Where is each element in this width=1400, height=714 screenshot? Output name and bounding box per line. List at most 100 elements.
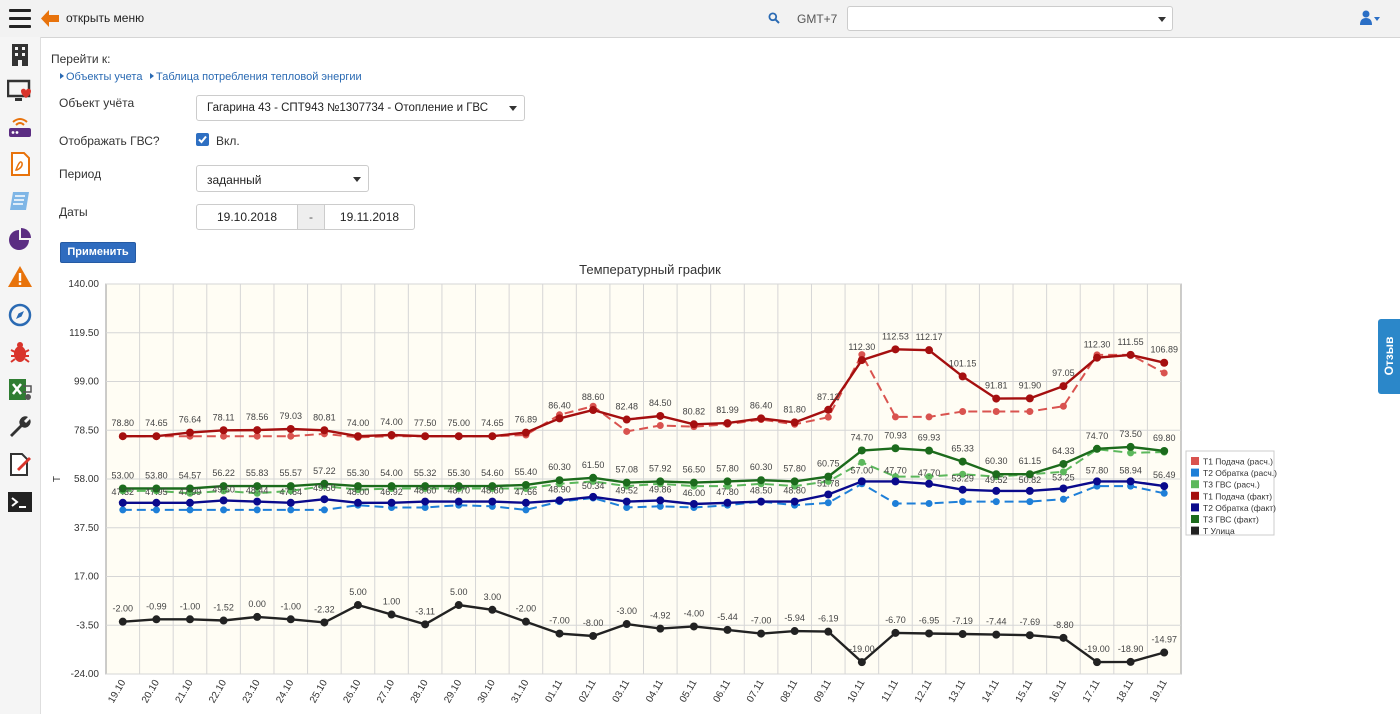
data-label: 56.50: [683, 465, 706, 475]
data-label: 49.86: [649, 484, 672, 494]
open-menu-link[interactable]: открыть меню: [66, 11, 144, 25]
data-label: 49.50: [212, 484, 235, 494]
excel-icon[interactable]: [7, 376, 33, 402]
data-point: [1059, 382, 1068, 391]
data-point: [857, 356, 866, 365]
data-point: [185, 498, 194, 507]
data-point: [656, 624, 665, 633]
data-label: 3.00: [484, 592, 502, 602]
data-point: [185, 428, 194, 437]
data-label: 112.17: [916, 332, 943, 342]
terminal-icon[interactable]: [7, 489, 33, 515]
data-point: [1160, 482, 1169, 491]
monitor-heart-icon[interactable]: [6, 78, 33, 104]
x-tick-label: 11.11: [880, 678, 902, 704]
data-point: [891, 345, 900, 354]
edit-document-icon[interactable]: [7, 451, 33, 477]
x-tick-label: 26.10: [342, 678, 364, 706]
data-label: 80.81: [313, 412, 336, 422]
data-point: [1093, 353, 1102, 362]
data-label: 55.40: [515, 467, 538, 477]
bug-icon[interactable]: [7, 339, 33, 365]
data-point: [1160, 489, 1168, 497]
y-tick-label: -3.50: [76, 620, 99, 631]
data-label: 76.64: [179, 415, 202, 425]
legend-swatch: [1191, 457, 1199, 465]
data-label: 49.52: [615, 486, 638, 496]
warning-icon[interactable]: [7, 264, 33, 290]
pdf-icon[interactable]: [7, 151, 33, 177]
data-label: -1.00: [281, 601, 302, 611]
data-point: [118, 432, 127, 441]
data-point: [958, 485, 967, 494]
data-point: [118, 498, 127, 507]
data-label: 53.29: [951, 474, 974, 484]
pie-chart-icon[interactable]: [7, 226, 33, 252]
data-point: [119, 506, 127, 514]
compass-icon[interactable]: [7, 302, 33, 328]
data-point: [589, 406, 598, 415]
data-label: 47.95: [145, 487, 168, 497]
data-point: [689, 622, 698, 631]
data-point: [353, 498, 362, 507]
data-point: [253, 497, 262, 506]
data-label: -6.19: [818, 614, 839, 624]
x-tick-label: 20.10: [140, 678, 162, 706]
timezone-select[interactable]: [847, 6, 1173, 31]
data-label: -5.94: [784, 613, 805, 623]
data-point: [1160, 358, 1169, 367]
back-arrow-icon[interactable]: [40, 9, 60, 33]
data-point: [1059, 633, 1068, 642]
x-tick-label: 27.10: [375, 678, 397, 706]
search-icon[interactable]: [768, 11, 780, 29]
data-label: 60.75: [817, 459, 840, 469]
data-point: [824, 413, 832, 421]
data-label: 57.22: [313, 466, 336, 476]
x-tick-label: 08.11: [779, 678, 801, 705]
wrench-icon[interactable]: [7, 414, 33, 440]
data-label: 69.93: [918, 433, 941, 443]
data-label: 47.70: [918, 468, 941, 478]
x-tick-label: 25.10: [308, 678, 330, 706]
main-content: Перейти к: Объекты учета Таблица потребл…: [40, 37, 1400, 714]
data-point: [958, 630, 967, 639]
legend-entry: Т Улица: [1203, 526, 1235, 536]
data-label: 46.92: [380, 487, 403, 497]
data-point: [925, 346, 934, 355]
router-icon[interactable]: [7, 114, 33, 140]
data-point: [723, 477, 732, 486]
data-point: [992, 486, 1001, 495]
user-icon[interactable]: [1360, 10, 1380, 31]
data-label: 80.82: [683, 406, 706, 416]
data-label: 56.22: [212, 468, 235, 478]
data-point: [891, 628, 900, 637]
x-tick-label: 16.11: [1047, 678, 1069, 705]
data-label: 88.60: [582, 392, 605, 402]
data-label: 49.50: [313, 483, 336, 493]
data-label: 50.34: [582, 481, 605, 491]
x-tick-label: 13.11: [947, 678, 969, 705]
x-tick-label: 22.10: [207, 678, 229, 706]
data-label: 1.00: [383, 597, 401, 607]
y-tick-label: 37.50: [74, 523, 99, 534]
data-label: 65.33: [951, 444, 974, 454]
data-point: [689, 499, 698, 508]
menu-icon[interactable]: [9, 9, 31, 28]
data-point: [185, 615, 194, 624]
feedback-button[interactable]: Отзыв: [1378, 319, 1400, 394]
building-icon[interactable]: [7, 42, 33, 68]
data-point: [622, 620, 631, 629]
data-label: 91.81: [985, 381, 1008, 391]
data-point: [891, 444, 900, 453]
data-label: 81.99: [716, 405, 739, 415]
data-point: [824, 627, 833, 636]
top-bar: открыть меню GMT+7: [0, 0, 1400, 38]
data-label: 64.33: [1052, 446, 1075, 456]
x-tick-label: 29.10: [442, 678, 464, 706]
x-tick-label: 10.11: [846, 678, 868, 705]
legend-swatch: [1191, 491, 1199, 500]
data-label: 57.80: [783, 463, 806, 473]
notebook-icon[interactable]: [7, 188, 33, 214]
data-point: [689, 420, 698, 429]
data-point: [1126, 657, 1135, 666]
